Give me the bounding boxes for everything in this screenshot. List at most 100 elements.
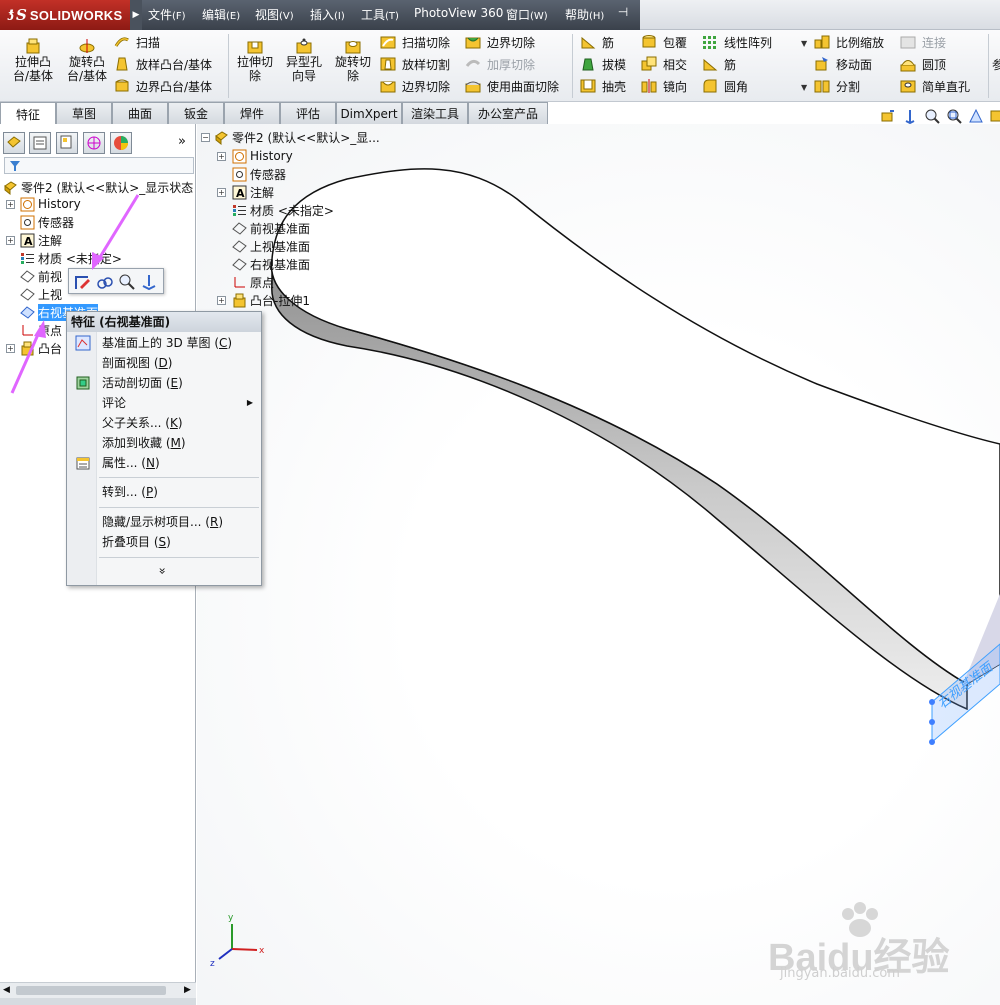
mirror-icon	[641, 79, 657, 93]
history-icon	[232, 149, 247, 163]
loft-cut-button[interactable]: 放样切割	[380, 54, 450, 74]
menu-window[interactable]: 窗口(W)	[506, 6, 548, 23]
hole-wizard-icon	[296, 38, 312, 54]
menu-parent-child[interactable]: 父子关系... (K)	[67, 413, 261, 433]
dropdown-arrow[interactable]: ▼	[801, 83, 807, 92]
collapse-toggle[interactable]: −	[201, 133, 210, 142]
rib-button-2[interactable]: 筋	[702, 54, 736, 74]
tab-dimxpert[interactable]: DimXpert	[336, 102, 402, 124]
tab-render-tools[interactable]: 渲染工具	[402, 102, 468, 124]
fillet-label: 圆角	[724, 79, 749, 94]
flyout-tree-material[interactable]: 材质 <未指定>	[232, 201, 334, 219]
simple-hole-button[interactable]: 简单直孔	[900, 76, 970, 96]
expand-toggle[interactable]: +	[217, 188, 226, 197]
scale-button[interactable]: 比例缩放	[814, 32, 884, 52]
flyout-tree-origin[interactable]: 原点	[232, 273, 274, 291]
surface-cut-button[interactable]: 使用曲面切除	[465, 76, 559, 96]
menu-hide-show-tree-items[interactable]: 隐藏/显示树项目... (R)	[67, 512, 261, 532]
flyout-tree-right-plane[interactable]: 右视基准面	[232, 255, 310, 273]
hole-wizard-button[interactable]: 异型孔 向导	[282, 38, 326, 83]
flyout-tree-part[interactable]: 零件2 (默认<<默认>_显...	[214, 128, 380, 146]
menu-collapse-items[interactable]: 折叠项目 (S)	[67, 532, 261, 552]
connect-icon	[900, 36, 916, 49]
pin-icon[interactable]: ⊣	[614, 5, 632, 23]
section-view-icon[interactable]	[968, 108, 984, 124]
flyout-tree-boss-extrude[interactable]: 凸台-拉伸1	[232, 291, 310, 309]
triad-x-label: x	[259, 946, 265, 956]
tab-evaluate[interactable]: 评估	[280, 102, 336, 124]
flyout-tree-annotations[interactable]: A 注解	[232, 183, 274, 201]
flyout-tree-front-plane[interactable]: 前视基准面	[232, 219, 310, 237]
split-label: 分割	[836, 79, 861, 94]
move-face-icon	[815, 57, 828, 71]
sweep-cut-icon	[380, 36, 396, 49]
dome-button[interactable]: 圆顶	[900, 54, 946, 74]
split-button[interactable]: 分割	[814, 76, 860, 96]
mirror-button[interactable]: 镜向	[641, 76, 687, 96]
flyout-tree-history[interactable]: History	[232, 147, 293, 165]
connect-button[interactable]: 连接	[900, 32, 946, 52]
connect-label: 连接	[922, 35, 947, 50]
svg-text:A: A	[236, 187, 245, 200]
mirror-label: 镜向	[663, 79, 688, 94]
menu-edit[interactable]: 编辑(E)	[202, 6, 240, 23]
zoom-to-area-icon[interactable]	[946, 108, 962, 124]
menu-properties[interactable]: 属性... (N)	[67, 453, 261, 473]
hole-wizard-label: 异型孔 向导	[285, 55, 322, 83]
reference-geometry-button[interactable]: 参	[992, 54, 1000, 74]
rib-label: 筋	[724, 57, 737, 72]
boundary-cut-button-2[interactable]: 边界切除	[465, 32, 535, 52]
linear-pattern-button[interactable]: 线性阵列	[702, 32, 772, 52]
menu-bar-spacer	[640, 0, 1000, 30]
plane-icon	[232, 239, 247, 253]
plane-handle[interactable]	[929, 739, 935, 745]
watermark-url: jingyan.baidu.com	[780, 966, 900, 981]
horizontal-scrollbar[interactable]: ◀ ▶	[0, 982, 196, 998]
rib-button[interactable]: 筋	[580, 32, 614, 52]
intersect-label: 相交	[663, 57, 688, 72]
plane-handle[interactable]	[929, 699, 935, 705]
fillet-button[interactable]: 圆角	[702, 76, 748, 96]
view-orientation-icon[interactable]	[902, 108, 918, 124]
graphics-area[interactable]: 右视基准面 y x z − 零件2 (默认<<默认>_显... + Histor…	[197, 124, 1000, 1005]
menu-insert[interactable]: 插入(I)	[310, 6, 345, 23]
draft-label: 拔模	[602, 57, 627, 72]
extrude-cut-button[interactable]: 拉伸切 除	[232, 38, 278, 83]
move-face-button[interactable]: 移动面	[814, 54, 872, 74]
expand-toggle[interactable]: +	[217, 152, 226, 161]
expand-menu-icon[interactable]: »	[156, 567, 170, 574]
display-style-icon[interactable]	[988, 108, 1000, 124]
plane-handle[interactable]	[929, 719, 935, 725]
sweep-cut-button[interactable]: 扫描切除	[380, 32, 450, 52]
menu-view[interactable]: 视图(V)	[255, 6, 294, 23]
flyout-tree-sensors[interactable]: 传感器	[232, 165, 286, 183]
previous-view-icon[interactable]	[880, 108, 896, 124]
revolve-cut-button[interactable]: 旋转切 除	[330, 38, 376, 83]
flyout-tree-top-plane[interactable]: 上视基准面	[232, 237, 310, 255]
intersect-button[interactable]: 相交	[641, 54, 687, 74]
scroll-right-icon[interactable]: ▶	[184, 985, 191, 995]
menu-photoview[interactable]: PhotoView 360	[414, 6, 503, 20]
thicken-cut-button[interactable]: 加厚切除	[465, 54, 535, 74]
shell-button[interactable]: 抽壳	[580, 76, 626, 96]
linear-pattern-icon	[703, 36, 716, 49]
expand-toggle[interactable]: +	[217, 296, 226, 305]
menu-go-to[interactable]: 转到... (P)	[67, 482, 261, 502]
dropdown-arrow[interactable]: ▼	[801, 39, 807, 48]
menu-help[interactable]: 帮助(H)	[565, 6, 604, 23]
properties-icon	[76, 457, 90, 470]
boundary-cut-button[interactable]: 边界切除	[380, 76, 450, 96]
move-face-label: 移动面	[836, 57, 873, 72]
tab-office-products[interactable]: 办公室产品	[468, 102, 548, 124]
scroll-left-icon[interactable]: ◀	[3, 985, 10, 995]
draft-icon	[582, 58, 594, 71]
draft-button[interactable]: 拔模	[580, 54, 626, 74]
scrollbar-thumb[interactable]	[16, 986, 166, 995]
annotation-arrows	[10, 194, 140, 394]
tab-weldments[interactable]: 焊件	[224, 102, 280, 124]
menu-add-to-favorites[interactable]: 添加到收藏 (M)	[67, 433, 261, 453]
separator	[228, 34, 229, 98]
wrap-button[interactable]: 包覆	[641, 32, 687, 52]
zoom-to-fit-icon[interactable]	[924, 108, 940, 124]
menu-tools[interactable]: 工具(T)	[361, 6, 399, 23]
